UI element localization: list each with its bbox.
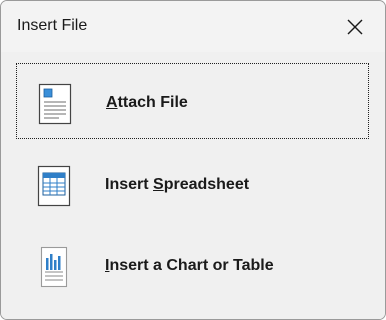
title-bar: Insert File — [1, 1, 385, 52]
dialog-body: Attach File Insert Spreadsheet Insert a … — [1, 52, 385, 319]
spreadsheet-icon — [37, 165, 71, 207]
close-icon — [347, 19, 363, 35]
attach-file-label: Attach File — [106, 94, 188, 111]
dialog-title: Insert File — [17, 17, 88, 34]
insert-spreadsheet-label: Insert Spreadsheet — [105, 176, 250, 193]
close-button[interactable] — [331, 7, 379, 47]
insert-file-dialog: Insert File Attach File Insert Spreadshe… — [0, 0, 386, 320]
insert-chart-option[interactable]: Insert a Chart or Table — [16, 227, 369, 303]
document-icon — [38, 83, 72, 125]
insert-chart-label: Insert a Chart or Table — [105, 257, 274, 274]
attach-file-option[interactable]: Attach File — [16, 63, 369, 139]
chart-document-icon — [40, 246, 68, 288]
insert-spreadsheet-option[interactable]: Insert Spreadsheet — [16, 146, 369, 222]
